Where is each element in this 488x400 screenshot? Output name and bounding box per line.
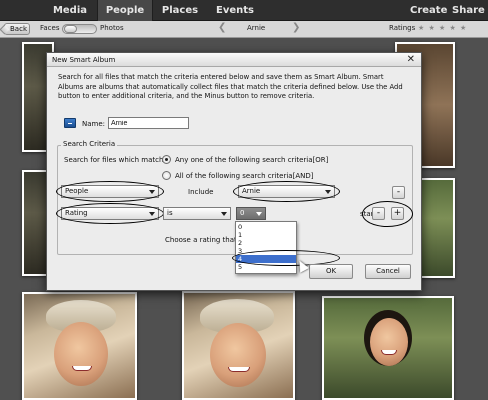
tab-people[interactable]: People bbox=[97, 0, 153, 21]
radio-all[interactable] bbox=[162, 171, 171, 180]
ratings-stars[interactable]: ★ ★ ★ ★ ★ bbox=[418, 24, 467, 32]
photo-smile bbox=[381, 350, 397, 355]
close-icon[interactable]: ✕ bbox=[407, 54, 415, 66]
next-arrow-icon[interactable]: ❯ bbox=[292, 22, 300, 33]
criteria-value-select[interactable]: Arnie bbox=[238, 185, 335, 198]
rating-hint: Choose a rating that is bbox=[165, 236, 245, 244]
chevron-down-icon bbox=[221, 212, 227, 216]
faces-label: Faces bbox=[40, 24, 60, 32]
rating-option[interactable]: 3 bbox=[236, 247, 296, 255]
chevron-down-icon bbox=[149, 212, 155, 216]
previous-arrow-icon[interactable]: ❮ bbox=[218, 22, 226, 33]
ok-button[interactable]: OK bbox=[309, 264, 353, 279]
rating-option-selected[interactable]: 4 bbox=[236, 255, 296, 263]
match-label: Search for files which match: bbox=[64, 156, 166, 164]
sub-toolbar: Back Faces Photos ❮ Arnie ❯ Ratings ★ ★ … bbox=[0, 21, 488, 38]
criteria-field-select[interactable]: People bbox=[61, 185, 159, 198]
rating-field-select[interactable]: Rating bbox=[61, 207, 159, 220]
remove-criteria-button[interactable]: - bbox=[372, 207, 385, 220]
radio-any[interactable] bbox=[162, 155, 171, 164]
toggle-knob[interactable] bbox=[64, 25, 77, 33]
photo-face bbox=[370, 318, 408, 366]
rating-value-text: 0 bbox=[240, 209, 245, 217]
search-criteria-title: Search Criteria bbox=[61, 140, 118, 148]
faces-photos-toggle[interactable] bbox=[62, 24, 97, 34]
create-button[interactable]: Create bbox=[410, 0, 447, 21]
photo-thumbnail[interactable] bbox=[322, 296, 454, 400]
remove-criteria-button[interactable]: - bbox=[392, 186, 405, 199]
ratings-label: Ratings bbox=[389, 24, 416, 32]
add-criteria-button[interactable]: + bbox=[391, 207, 404, 220]
criteria-field-value: People bbox=[65, 187, 89, 195]
back-button[interactable]: Back bbox=[4, 23, 30, 35]
tab-places[interactable]: Places bbox=[158, 0, 202, 21]
rating-operator-select[interactable]: is bbox=[163, 207, 231, 220]
smart-album-icon bbox=[64, 118, 76, 128]
photos-label: Photos bbox=[100, 24, 124, 32]
chevron-down-icon bbox=[256, 212, 262, 216]
tab-events[interactable]: Events bbox=[210, 0, 260, 21]
photo-face bbox=[210, 323, 266, 387]
rating-option[interactable]: 0 bbox=[236, 223, 296, 231]
rating-field-value: Rating bbox=[65, 209, 88, 217]
rating-dropdown-list[interactable]: 0 1 2 3 4 5 bbox=[235, 221, 297, 274]
radio-all-label[interactable]: All of the following search criteria[AND… bbox=[175, 172, 313, 180]
rating-operator-value: is bbox=[167, 209, 173, 217]
rating-option[interactable]: 2 bbox=[236, 239, 296, 247]
photo-smile bbox=[72, 366, 92, 371]
name-field[interactable] bbox=[108, 117, 189, 129]
photo-image bbox=[184, 293, 293, 398]
photo-thumbnail[interactable] bbox=[420, 178, 455, 278]
dialog-description: Search for all files that match the crit… bbox=[58, 73, 403, 100]
radio-any-label[interactable]: Any one of the following search criteria… bbox=[175, 156, 328, 164]
photo-image bbox=[324, 298, 452, 398]
new-smart-album-dialog: New Smart Album ✕ Search for all files t… bbox=[46, 52, 422, 291]
person-name: Arnie bbox=[247, 24, 266, 32]
criteria-operator-label: Include bbox=[188, 188, 214, 196]
tab-media[interactable]: Media bbox=[48, 0, 92, 21]
photo-smile bbox=[228, 367, 250, 372]
criteria-value-text: Arnie bbox=[242, 187, 261, 195]
photo-image bbox=[422, 180, 453, 276]
rating-value-select[interactable]: 0 bbox=[236, 207, 266, 220]
photo-thumbnail[interactable] bbox=[22, 292, 137, 400]
photo-face bbox=[54, 322, 108, 386]
chevron-down-icon bbox=[325, 190, 331, 194]
cancel-button[interactable]: Cancel bbox=[365, 264, 411, 279]
photo-thumbnail[interactable] bbox=[182, 291, 295, 400]
top-nav: Media People Places Events Create Share bbox=[0, 0, 488, 21]
photo-image bbox=[24, 294, 135, 398]
dialog-title: New Smart Album bbox=[47, 53, 421, 67]
rating-option[interactable]: 5 bbox=[236, 263, 296, 271]
rating-option[interactable]: 1 bbox=[236, 231, 296, 239]
name-label: Name: bbox=[82, 120, 106, 128]
share-button[interactable]: Share bbox=[452, 0, 485, 21]
chevron-down-icon bbox=[149, 190, 155, 194]
